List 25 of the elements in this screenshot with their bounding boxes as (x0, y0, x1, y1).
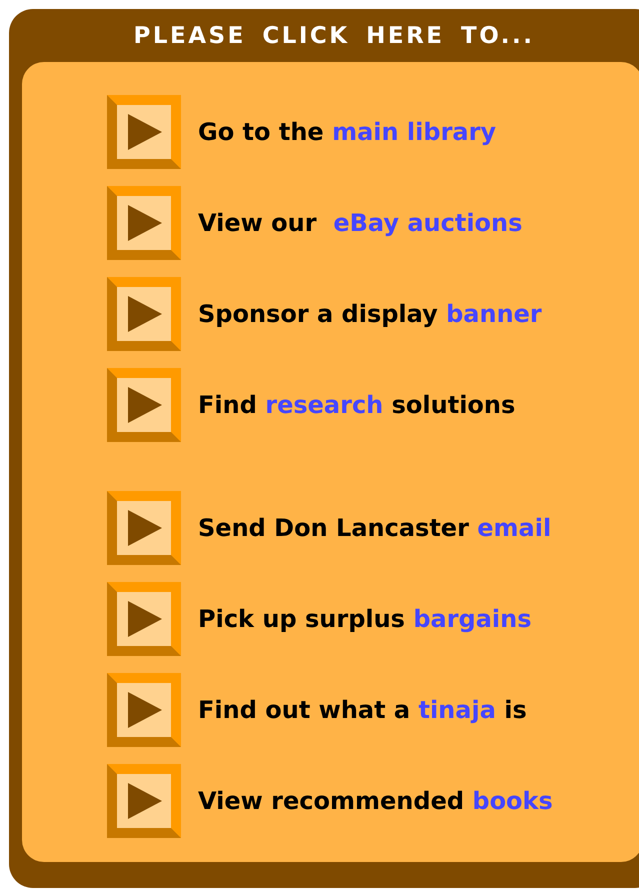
play-icon[interactable] (107, 764, 181, 838)
play-icon[interactable] (107, 582, 181, 656)
menu-text: Sponsor a display banner (198, 300, 542, 328)
menu-text: Send Don Lancaster email (198, 514, 552, 542)
link[interactable]: banner (446, 300, 542, 328)
link[interactable]: main library (332, 118, 496, 146)
play-icon[interactable] (107, 186, 181, 260)
menu-text: View recommended books (198, 787, 553, 815)
link[interactable]: tinaja (418, 696, 496, 724)
link[interactable]: books (472, 787, 553, 815)
play-icon[interactable] (107, 491, 181, 565)
link[interactable]: email (477, 514, 552, 542)
play-icon[interactable] (107, 277, 181, 351)
play-icon[interactable] (107, 95, 181, 169)
play-icon[interactable] (107, 368, 181, 442)
link[interactable]: research (265, 391, 384, 419)
menu-text: View our eBay auctions (198, 209, 522, 237)
link[interactable]: bargains (413, 605, 532, 633)
play-icon[interactable] (107, 673, 181, 747)
link[interactable]: eBay auctions (333, 209, 522, 237)
menu-text: Find research solutions (198, 391, 516, 419)
menu-text: Find out what a tinaja is (198, 696, 527, 724)
header-title: PLEASE CLICK HERE TO... (134, 22, 534, 48)
menu-text: Pick up surplus bargains (198, 605, 532, 633)
menu-text: Go to the main library (198, 118, 496, 146)
